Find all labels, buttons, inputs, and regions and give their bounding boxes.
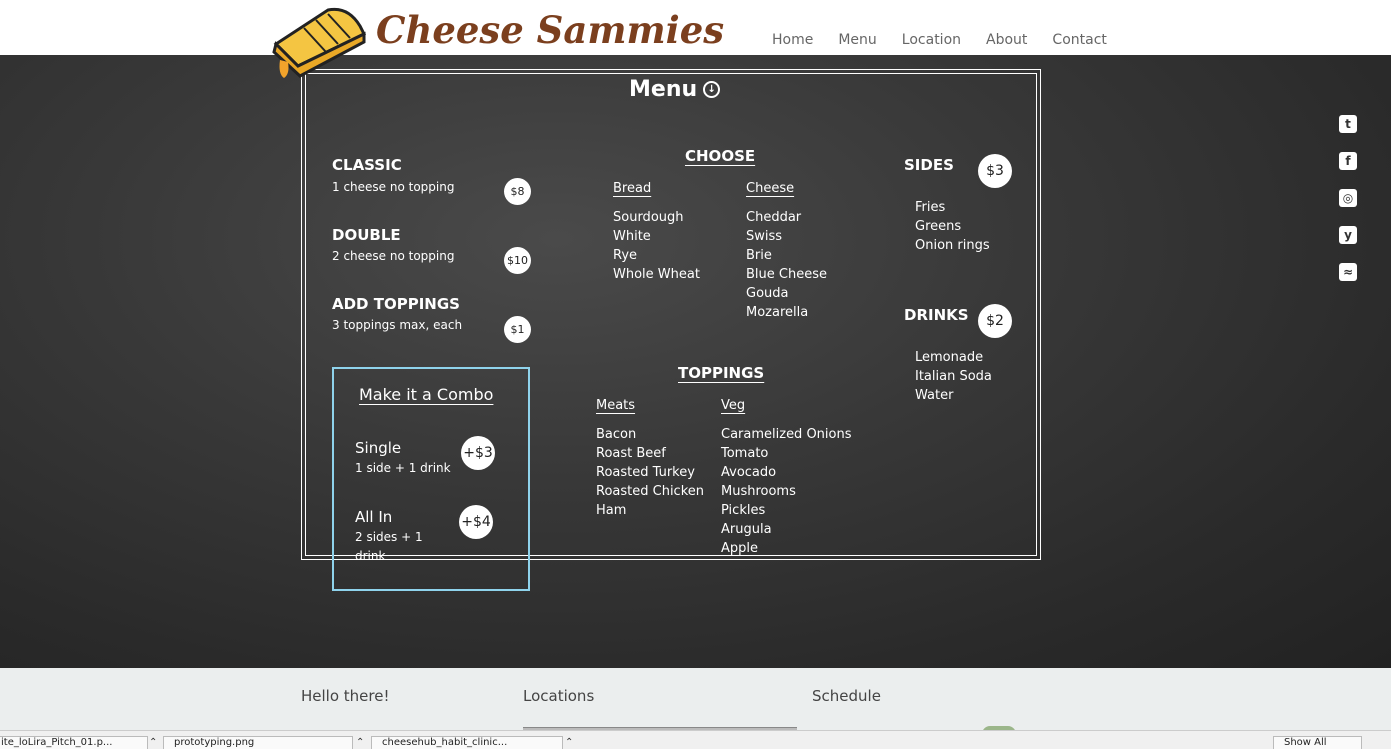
list-item: Water: [915, 388, 954, 403]
bread-list: Sourdough White Rye Whole Wheat: [613, 208, 700, 284]
list-item: Greens: [915, 219, 962, 234]
veg-list: Caramelized Onions Tomato Avocado Mushro…: [721, 425, 852, 558]
combo-allin-desc-2: drink: [355, 549, 386, 563]
add-toppings-price: $1: [504, 316, 531, 343]
twitter-icon[interactable]: t: [1339, 115, 1357, 133]
combo-allin-desc: 2 sides + 1: [355, 530, 423, 544]
list-item: Arugula: [721, 522, 772, 537]
nav-contact[interactable]: Contact: [1052, 32, 1106, 48]
list-item: Italian Soda: [915, 369, 992, 384]
combo-single-desc: 1 side + 1 drink: [355, 461, 451, 475]
add-toppings-title: ADD TOPPINGS: [332, 295, 460, 313]
combo-title: Make it a Combo: [359, 385, 494, 404]
sides-title: SIDES: [904, 156, 954, 174]
show-all-button[interactable]: Show All: [1273, 736, 1362, 749]
sides-price: $3: [978, 154, 1012, 188]
site-header: Cheese Sammies Home Menu Location About …: [0, 0, 1391, 78]
double-desc: 2 cheese no topping: [332, 249, 455, 263]
instagram-icon[interactable]: ◎: [1339, 189, 1357, 207]
list-item: Roasted Turkey: [596, 465, 695, 480]
list-item: Pickles: [721, 503, 766, 518]
download-item-3[interactable]: cheesehub_habit_clinic...: [371, 736, 563, 749]
list-item: Onion rings: [915, 238, 990, 253]
meats-list: Bacon Roast Beef Roasted Turkey Roasted …: [596, 425, 704, 520]
combo-single-price: +$3: [461, 436, 495, 470]
facebook-icon[interactable]: f: [1339, 152, 1357, 170]
combo-allin-price: +$4: [459, 505, 493, 539]
nav-about[interactable]: About: [986, 32, 1027, 48]
combo-allin-title: All In: [355, 508, 393, 526]
social-links: t f ◎ y ≈: [1339, 115, 1357, 281]
footer-schedule: Schedule: [812, 687, 881, 705]
list-item: Bacon: [596, 427, 637, 442]
cheese-list: Cheddar Swiss Brie Blue Cheese Gouda Moz…: [746, 208, 827, 322]
drinks-list: Lemonade Italian Soda Water: [915, 348, 992, 405]
list-item: Avocado: [721, 465, 777, 480]
footer-locations: Locations: [523, 687, 595, 705]
classic-desc: 1 cheese no topping: [332, 180, 455, 194]
list-item: Mozarella: [746, 305, 809, 320]
toppings-title: TOPPINGS: [678, 364, 765, 382]
list-item: Whole Wheat: [613, 267, 700, 282]
drinks-title: DRINKS: [904, 306, 969, 324]
sandwich-logo-icon[interactable]: [268, 4, 368, 82]
list-item: Tomato: [721, 446, 769, 461]
classic-title: CLASSIC: [332, 156, 402, 174]
double-title: DOUBLE: [332, 226, 401, 244]
download-item-2[interactable]: prototyping.png: [163, 736, 353, 749]
list-item: Mushrooms: [721, 484, 796, 499]
list-item: Blue Cheese: [746, 267, 827, 282]
list-item: Swiss: [746, 229, 783, 244]
download-menu-icon[interactable]: ⌃: [149, 737, 157, 748]
choose-title: CHOOSE: [685, 147, 756, 165]
drinks-price: $2: [978, 304, 1012, 338]
list-item: Cheddar: [746, 210, 802, 225]
site-footer: Hello there! Locations Schedule: [0, 668, 1391, 734]
list-item: Ham: [596, 503, 627, 518]
download-menu-icon[interactable]: ⌃: [565, 737, 573, 748]
rss-icon[interactable]: ≈: [1339, 263, 1357, 281]
meats-label: Meats: [596, 398, 636, 413]
sides-list: Fries Greens Onion rings: [915, 198, 990, 255]
list-item: Lemonade: [915, 350, 984, 365]
list-item: White: [613, 229, 651, 244]
list-item: Apple: [721, 541, 759, 556]
downloads-bar: ite_loLira_Pitch_01.p... ⌃ prototyping.p…: [0, 730, 1391, 749]
brand-title[interactable]: Cheese Sammies: [376, 8, 724, 52]
list-item: Sourdough: [613, 210, 684, 225]
combo-single-title: Single: [355, 439, 402, 457]
nav-menu[interactable]: Menu: [838, 32, 876, 48]
list-item: Caramelized Onions: [721, 427, 852, 442]
cheese-label: Cheese: [746, 181, 795, 196]
add-toppings-desc: 3 toppings max, each: [332, 318, 463, 332]
list-item: Fries: [915, 200, 946, 215]
yelp-icon[interactable]: y: [1339, 226, 1357, 244]
veg-label: Veg: [721, 398, 746, 413]
double-price: $10: [504, 247, 531, 274]
nav-home[interactable]: Home: [772, 32, 813, 48]
footer-hello: Hello there!: [301, 687, 390, 705]
bread-label: Bread: [613, 181, 652, 196]
main-nav: Home Menu Location About Contact: [772, 32, 1107, 48]
list-item: Rye: [613, 248, 638, 263]
list-item: Gouda: [746, 286, 789, 301]
nav-location[interactable]: Location: [902, 32, 961, 48]
list-item: Roasted Chicken: [596, 484, 704, 499]
download-item-1[interactable]: ite_loLira_Pitch_01.p...: [0, 736, 148, 749]
list-item: Roast Beef: [596, 446, 666, 461]
classic-price: $8: [504, 178, 531, 205]
list-item: Brie: [746, 248, 772, 263]
download-menu-icon[interactable]: ⌃: [356, 737, 364, 748]
